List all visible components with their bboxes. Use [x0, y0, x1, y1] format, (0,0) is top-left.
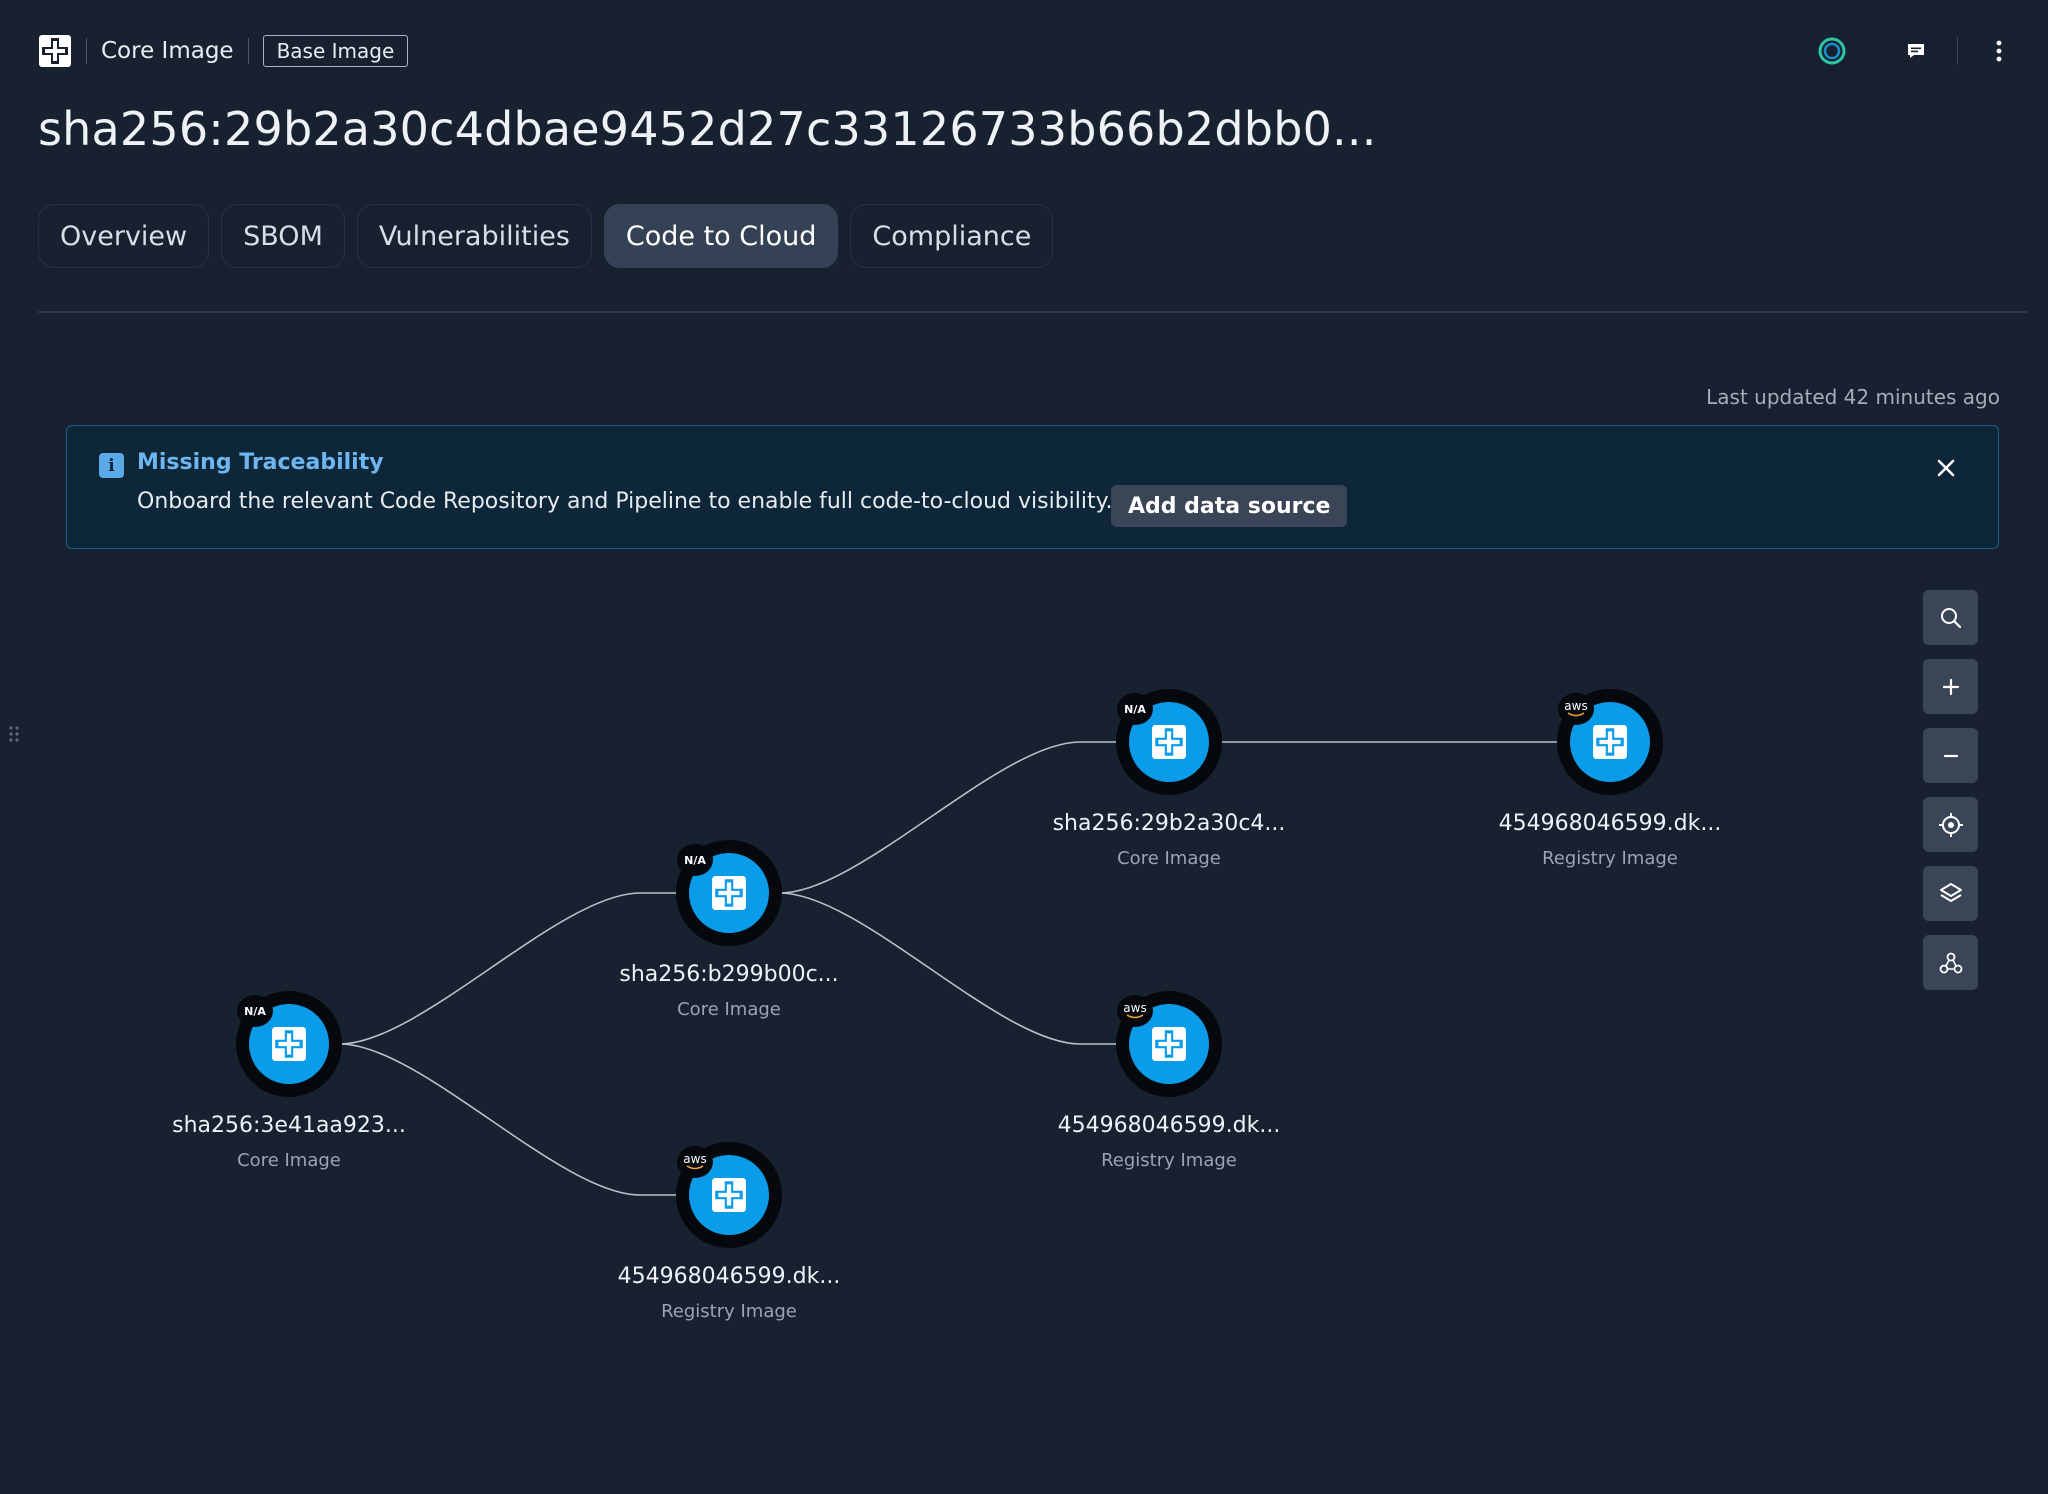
tab-overview[interactable]: Overview [38, 204, 210, 268]
header-separator [86, 38, 87, 64]
crosshair-icon [1938, 812, 1963, 837]
node-tag: aws [1123, 1000, 1147, 1015]
node-label: sha256:b299b00c... [619, 962, 839, 987]
node-type: Registry Image [1101, 1150, 1237, 1171]
breadcrumb[interactable]: Core Image [101, 38, 234, 64]
node-label: 454968046599.dk... [1057, 1113, 1281, 1138]
aws-logo-icon: aws [1117, 995, 1153, 1027]
close-icon[interactable] [1936, 458, 1956, 478]
graph-layout-button[interactable] [1923, 935, 1978, 990]
aws-logo-icon: aws [677, 1146, 713, 1178]
aws-smile-icon [1126, 1013, 1144, 1018]
page-title: sha256:29b2a30c4dbae9452d27c33126733b66b… [38, 102, 1377, 156]
page: Core Image Base Image sha256:29b2a30c4db… [0, 0, 2048, 1494]
graph-node[interactable]: N/A [676, 840, 782, 946]
tab-bar: Overview SBOM Vulnerabilities Code to Cl… [38, 204, 1054, 268]
search-icon [1940, 607, 1961, 628]
tab-sbom[interactable]: SBOM [221, 204, 345, 268]
graph-node[interactable]: aws [1557, 689, 1663, 795]
layers-icon [1939, 882, 1962, 902]
container-image-icon [272, 1027, 306, 1061]
container-image-icon [1152, 1027, 1186, 1061]
more-vertical-icon [1996, 40, 2002, 62]
plus-icon [1942, 678, 1959, 695]
info-icon: i [99, 453, 124, 478]
node-tag: N/A [677, 844, 713, 876]
tab-vulnerabilities[interactable]: Vulnerabilities [356, 204, 592, 268]
container-image-icon [712, 1178, 746, 1212]
chat-icon [1908, 44, 1924, 58]
prisma-logo-icon[interactable] [38, 34, 72, 68]
missing-traceability-banner: i Missing Traceability Onboard the relev… [66, 425, 1999, 549]
node-label: 454968046599.dk... [1498, 811, 1722, 836]
banner-text: Onboard the relevant Code Repository and… [137, 489, 1113, 514]
header-separator [247, 38, 249, 64]
minus-icon [1943, 754, 1958, 757]
chat-button[interactable] [1895, 30, 1937, 72]
add-data-source-button[interactable]: Add data source [1111, 485, 1348, 527]
status-button[interactable] [1811, 30, 1853, 72]
zoom-in-button[interactable] [1923, 659, 1978, 714]
tab-code-to-cloud[interactable]: Code to Cloud [603, 204, 839, 268]
status-ring-icon [1818, 37, 1846, 65]
graph-node[interactable]: aws [1116, 991, 1222, 1097]
node-type: Registry Image [1542, 848, 1678, 869]
graph-node[interactable]: N/A [236, 991, 342, 1097]
container-image-icon [712, 876, 746, 910]
node-label: sha256:3e41aa923... [172, 1113, 406, 1138]
node-type: Registry Image [661, 1301, 797, 1322]
drag-handle-icon[interactable] [8, 725, 20, 743]
tab-divider [38, 311, 2027, 313]
node-type: Core Image [1117, 848, 1221, 869]
graph-node[interactable]: aws [676, 1142, 782, 1248]
node-label: 454968046599.dk... [617, 1264, 841, 1289]
header-actions [1811, 30, 2020, 72]
header-separator [1957, 37, 1958, 65]
aws-smile-icon [686, 1164, 704, 1169]
aws-logo-icon: aws [1558, 693, 1594, 725]
more-button[interactable] [1978, 30, 2020, 72]
aws-smile-icon [1567, 711, 1585, 716]
last-updated: Last updated 42 minutes ago [1706, 385, 2000, 409]
node-tag: aws [683, 1151, 707, 1166]
container-image-icon [1152, 725, 1186, 759]
recenter-button[interactable] [1923, 797, 1978, 852]
graph-search-button[interactable] [1923, 590, 1978, 645]
node-tag: N/A [1117, 693, 1153, 725]
tab-compliance[interactable]: Compliance [850, 204, 1054, 268]
base-image-badge: Base Image [262, 35, 409, 67]
graph-toolbar [1923, 590, 1978, 1004]
node-tag: N/A [237, 995, 273, 1027]
header: Core Image Base Image [38, 30, 409, 72]
zoom-out-button[interactable] [1923, 728, 1978, 783]
node-type: Core Image [677, 999, 781, 1020]
node-type: Core Image [237, 1150, 341, 1171]
node-label: sha256:29b2a30c4... [1052, 811, 1286, 836]
banner-title: Missing Traceability [137, 450, 384, 475]
network-icon [1939, 952, 1962, 973]
layers-button[interactable] [1923, 866, 1978, 921]
container-image-icon [1593, 725, 1627, 759]
node-tag: aws [1564, 698, 1588, 713]
graph-node[interactable]: N/A [1116, 689, 1222, 795]
